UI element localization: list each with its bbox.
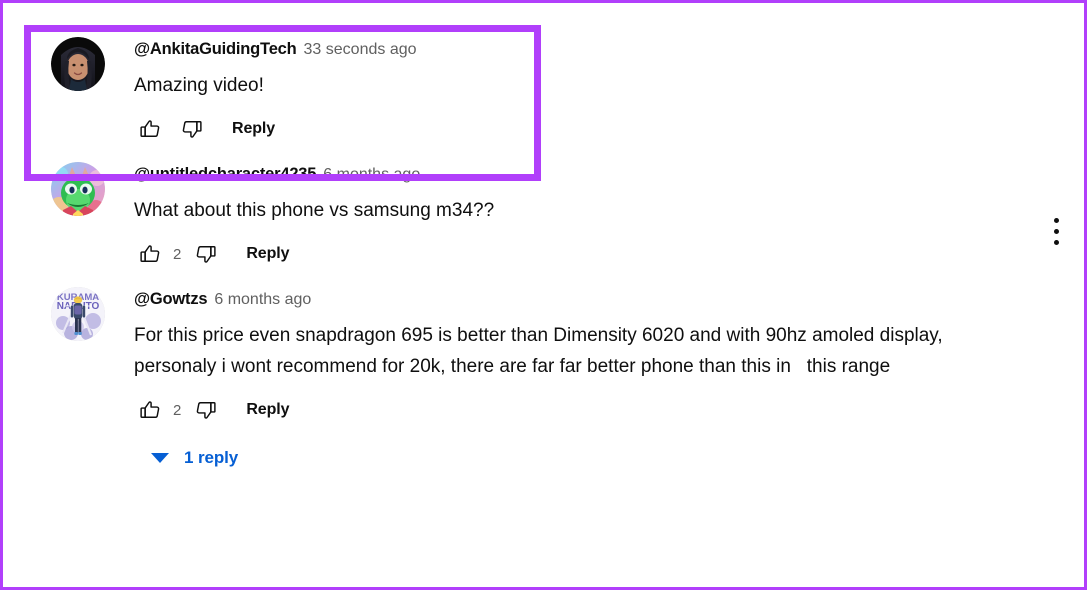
comment-item: KURAMA NARUTO [3, 287, 1084, 472]
thumbs-down-icon[interactable] [190, 238, 222, 270]
dot [1053, 228, 1059, 234]
thumbs-up-icon[interactable] [134, 113, 166, 145]
comment-list: @AnkitaGuidingTech 33 seconds ago Amazin… [3, 3, 1084, 472]
comment-timestamp: 33 seconds ago [303, 41, 417, 58]
chevron-down-icon [151, 453, 169, 463]
thumbs-up-icon[interactable] [134, 394, 166, 426]
comment-author[interactable]: @Gowtzs [134, 289, 208, 309]
like-count: 2 [173, 401, 182, 419]
like-count: 2 [173, 245, 182, 263]
comment-meta: @untitledcharacter4235 6 months ago [134, 164, 1084, 185]
comment-item: @AnkitaGuidingTech 33 seconds ago Amazin… [3, 37, 1084, 146]
dot [1053, 239, 1059, 245]
comment-meta: @AnkitaGuidingTech 33 seconds ago [134, 39, 1084, 60]
comment-actions: 2 Reply [134, 237, 1084, 271]
youtube-comments-panel: @AnkitaGuidingTech 33 seconds ago Amazin… [0, 0, 1087, 590]
thumbs-down-icon[interactable] [190, 394, 222, 426]
replies-count-label: 1 reply [184, 448, 239, 467]
more-actions-icon[interactable] [1038, 209, 1074, 253]
comment-body: @untitledcharacter4235 6 months ago What… [134, 162, 1084, 271]
avatar[interactable] [51, 162, 105, 216]
comment-actions: Reply [134, 112, 1084, 146]
avatar[interactable]: KURAMA NARUTO [51, 287, 105, 341]
comment-text: What about this phone vs samsung m34?? [134, 200, 495, 221]
comment-text: For this price even snapdragon 695 is be… [134, 325, 948, 377]
comment-timestamp: 6 months ago [214, 291, 312, 308]
comment-author[interactable]: @AnkitaGuidingTech [134, 39, 297, 59]
reply-button[interactable]: Reply [244, 239, 291, 269]
reply-button[interactable]: Reply [230, 114, 277, 144]
reply-button[interactable]: Reply [244, 395, 291, 425]
comment-actions: 2 Reply [134, 393, 1084, 427]
thumbs-up-icon[interactable] [134, 238, 166, 270]
comment-body: @Gowtzs 6 months ago For this price even… [134, 287, 1084, 472]
show-replies-button[interactable]: 1 reply [149, 444, 240, 472]
comment-body: @AnkitaGuidingTech 33 seconds ago Amazin… [134, 37, 1084, 146]
comment-timestamp: 6 months ago [323, 166, 421, 183]
comment-author[interactable]: @untitledcharacter4235 [134, 164, 316, 184]
dot [1053, 217, 1059, 223]
comment-item: @untitledcharacter4235 6 months ago What… [3, 162, 1084, 271]
thumbs-down-icon[interactable] [176, 113, 208, 145]
comment-meta: @Gowtzs 6 months ago [134, 289, 1084, 310]
comment-text: Amazing video! [134, 75, 264, 96]
avatar[interactable] [51, 37, 105, 91]
